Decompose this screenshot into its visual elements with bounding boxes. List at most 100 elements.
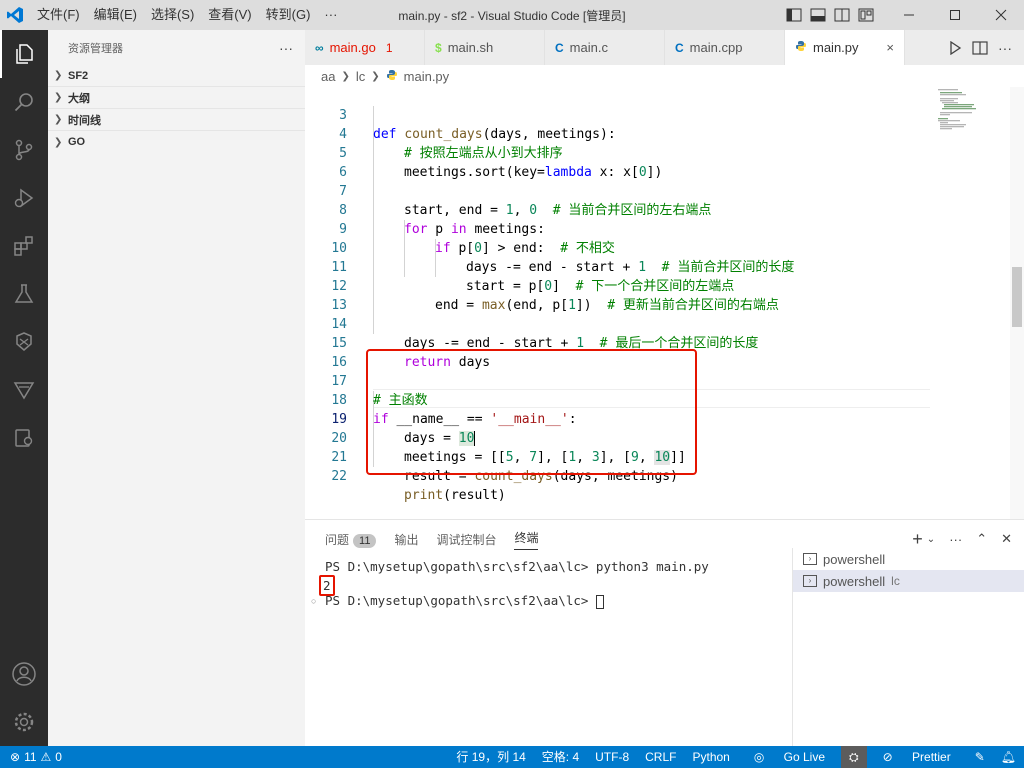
- terminal-item-powershell[interactable]: › powershell: [793, 548, 1024, 570]
- prompt-dot-icon: ○: [311, 596, 317, 606]
- python-file-icon: [795, 40, 807, 55]
- close-tab-icon[interactable]: ×: [886, 40, 894, 55]
- panel-tabs: 问题 11 输出 调试控制台 终端: [305, 520, 539, 558]
- chevron-right-icon: ❯: [54, 92, 63, 103]
- search-icon[interactable]: [0, 78, 48, 126]
- menu-view[interactable]: 查看(V): [201, 0, 258, 30]
- sidebar-section-timeline[interactable]: ❯ 时间线: [48, 109, 305, 131]
- toggle-secondary-sidebar-icon[interactable]: [834, 7, 850, 23]
- tab-main-go[interactable]: ∞ main.go 1: [305, 30, 425, 65]
- source-control-icon[interactable]: [0, 126, 48, 174]
- c-file-icon: C: [555, 40, 564, 55]
- breadcrumb-file[interactable]: main.py: [404, 69, 450, 84]
- prettier-button[interactable]: ⊘ Prettier: [867, 746, 967, 768]
- bottom-panel: 问题 11 输出 调试控制台 终端 + ⌄ ··· ⌃ ✕ PS D:\myset…: [305, 519, 1024, 747]
- toggle-sidebar-icon[interactable]: [786, 7, 802, 23]
- go-file-icon: ∞: [315, 40, 324, 55]
- tab-terminal[interactable]: 终端: [514, 529, 539, 550]
- extension-status-icon[interactable]: ⛭: [841, 746, 867, 768]
- run-python-icon[interactable]: [948, 40, 962, 55]
- minimize-icon[interactable]: [886, 0, 932, 30]
- explorer-icon[interactable]: [0, 30, 48, 78]
- language-mode[interactable]: Python: [684, 746, 737, 768]
- editor-tabs: ∞ main.go 1 $ main.sh C main.c C main.cp…: [305, 30, 1024, 65]
- vscode-logo-icon: [0, 0, 30, 30]
- maximize-icon[interactable]: [932, 0, 978, 30]
- more-actions-icon[interactable]: ···: [949, 532, 962, 547]
- encoding[interactable]: UTF-8: [587, 746, 637, 768]
- toggle-panel-icon[interactable]: [810, 7, 826, 23]
- sidebar-header: 资源管理器 ···: [48, 30, 305, 65]
- customize-layout-icon[interactable]: [858, 7, 874, 23]
- problems-status[interactable]: ⊗ 11 ⚠ 0: [0, 750, 62, 764]
- layout-controls: [786, 0, 874, 30]
- title-bar: 文件(F) 编辑(E) 选择(S) 查看(V) 转到(G) ··· main.p…: [0, 0, 1024, 30]
- close-window-icon[interactable]: [978, 0, 1024, 30]
- breadcrumb-lc[interactable]: lc: [356, 69, 365, 84]
- error-icon: ⊗: [10, 750, 21, 764]
- sidebar-section-sf2[interactable]: ❯ SF2: [48, 65, 305, 87]
- terminal-output[interactable]: PS D:\mysetup\gopath\src\sf2\aa\lc> pyth…: [319, 558, 785, 609]
- cursor-position[interactable]: 行 19，列 14: [448, 746, 533, 768]
- remote-explorer-icon[interactable]: [0, 318, 48, 366]
- terminal-item-powershell-lc[interactable]: › powershell lc: [793, 570, 1024, 592]
- vertical-scrollbar[interactable]: [1010, 87, 1024, 519]
- new-terminal-icon[interactable]: +: [912, 529, 923, 550]
- line-number: 22: [331, 469, 347, 484]
- extensions-icon[interactable]: [0, 222, 48, 270]
- python-file-icon: [386, 69, 398, 84]
- chevron-right-icon: ❯: [371, 70, 380, 82]
- feedback-icon[interactable]: ✎: [967, 746, 993, 768]
- gitlens-icon[interactable]: [0, 366, 48, 414]
- sidebar-title: 资源管理器: [68, 42, 123, 55]
- menu-go[interactable]: 转到(G): [259, 0, 318, 30]
- tab-output[interactable]: 输出: [394, 531, 418, 548]
- chevron-right-icon: ❯: [54, 114, 63, 125]
- testing-icon[interactable]: [0, 270, 48, 318]
- close-panel-icon[interactable]: ✕: [1001, 531, 1012, 547]
- end-of-line[interactable]: CRLF: [637, 746, 684, 768]
- tab-debug-console[interactable]: 调试控制台: [436, 531, 496, 548]
- chevron-right-icon: ❯: [341, 70, 350, 82]
- tab-main-c[interactable]: C main.c: [545, 30, 665, 65]
- shell-file-icon: $: [435, 40, 442, 55]
- broadcast-icon: ◎: [753, 750, 768, 764]
- problems-count-badge: 11: [353, 533, 377, 548]
- notifications-bell-icon[interactable]: 🔔︎: [993, 746, 1024, 768]
- sidebar-section-outline[interactable]: ❯ 大纲: [48, 87, 305, 109]
- indentation[interactable]: 空格: 4: [534, 746, 587, 768]
- tab-main-sh[interactable]: $ main.sh: [425, 30, 545, 65]
- prettier-check-icon: ⊘: [882, 750, 897, 764]
- menu-more[interactable]: ···: [317, 0, 344, 30]
- go-live-button[interactable]: ◎ Go Live: [738, 746, 841, 768]
- minimap[interactable]: [930, 87, 1010, 147]
- tab-main-py[interactable]: main.py ×: [785, 30, 905, 65]
- manage-gear-icon[interactable]: [0, 698, 48, 746]
- menu-edit[interactable]: 编辑(E): [87, 0, 144, 30]
- chevron-down-icon[interactable]: ⌄: [927, 534, 935, 545]
- cpp-file-icon: C: [675, 40, 684, 55]
- breadcrumb: aa ❯ lc ❯ main.py: [305, 65, 1024, 87]
- tab-problems[interactable]: 问题 11: [325, 531, 377, 548]
- menu-bar: 文件(F) 编辑(E) 选择(S) 查看(V) 转到(G) ···: [30, 0, 344, 30]
- terminal-line: PS D:\mysetup\gopath\src\sf2\aa\lc> pyth…: [325, 559, 709, 574]
- breadcrumb-aa[interactable]: aa: [321, 69, 335, 84]
- menu-file[interactable]: 文件(F): [30, 0, 87, 30]
- split-editor-icon[interactable]: [972, 40, 988, 55]
- activity-bar: [0, 30, 48, 746]
- menu-selection[interactable]: 选择(S): [144, 0, 201, 30]
- scrollbar-thumb[interactable]: [1012, 267, 1022, 327]
- editor-more-actions[interactable]: ···: [998, 40, 1012, 56]
- code-editor[interactable]: 3 def count_days(days, meetings): 4 # 按照…: [305, 87, 1024, 519]
- tab-main-cpp[interactable]: C main.cpp: [665, 30, 785, 65]
- sidebar-more-button[interactable]: ···: [279, 40, 293, 56]
- accounts-icon[interactable]: [0, 650, 48, 698]
- run-debug-icon[interactable]: [0, 174, 48, 222]
- terminal-list: › powershell › powershell lc: [792, 548, 1024, 747]
- maximize-panel-icon[interactable]: ⌃: [976, 531, 987, 547]
- terminal-line: PS D:\mysetup\gopath\src\sf2\aa\lc>: [325, 592, 785, 609]
- sidebar-section-go[interactable]: ❯ GO: [48, 131, 305, 153]
- docker-icon[interactable]: [0, 414, 48, 462]
- chevron-right-icon: ❯: [54, 136, 63, 148]
- terminal-cursor: [595, 594, 604, 609]
